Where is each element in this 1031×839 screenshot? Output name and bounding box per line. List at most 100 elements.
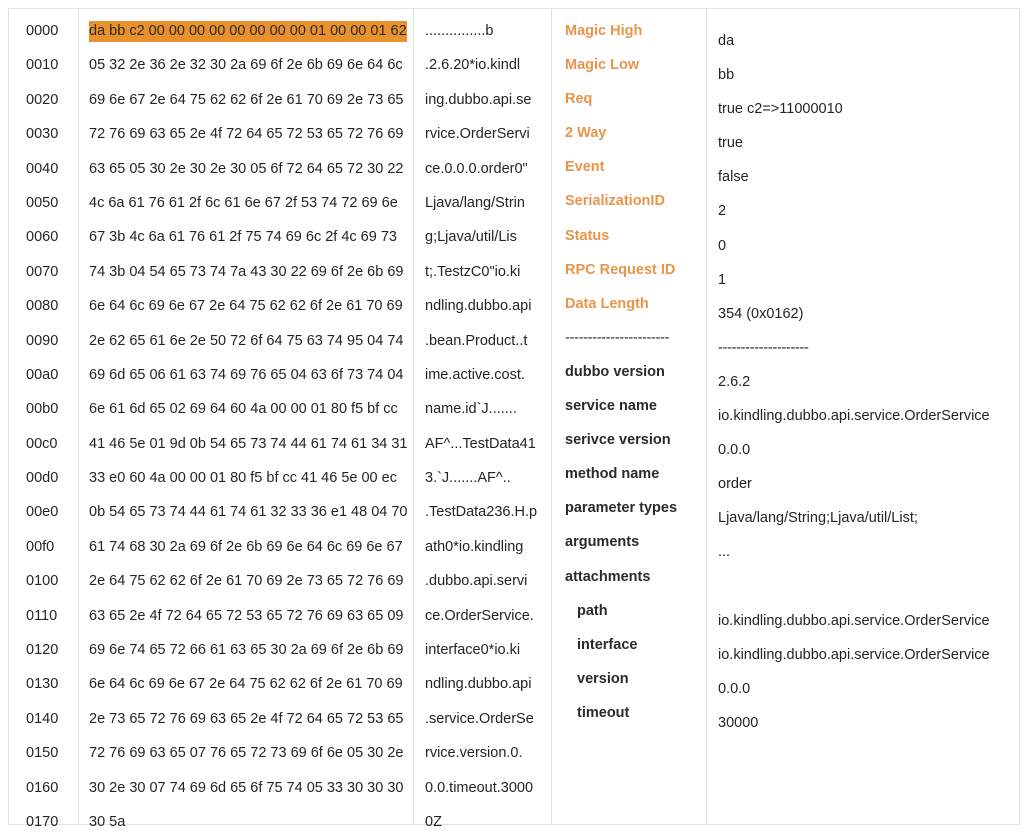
hex-bytes[interactable]: 67 3b 4c 6a 61 76 61 2f 75 74 69 6c 2f 4… <box>79 220 413 254</box>
hex-offset: 0070 <box>26 263 59 280</box>
field-label: Req <box>565 91 593 108</box>
field-value: 2 <box>718 203 727 220</box>
field-label: method name <box>565 466 660 483</box>
hex-offset: 0060 <box>26 229 59 246</box>
hex-offset: 0030 <box>26 126 59 143</box>
hex-bytes[interactable]: 69 6d 65 06 61 63 74 69 76 65 04 63 6f 7… <box>79 358 413 392</box>
hex-ascii: interface0*io.ki <box>425 642 521 659</box>
hex-bytes[interactable]: 61 74 68 30 2a 69 6f 2e 6b 69 6e 64 6c 6… <box>79 530 413 564</box>
hex-bytes[interactable]: 69 6e 74 65 72 66 61 63 65 30 2a 69 6f 2… <box>79 633 413 667</box>
hex-bytes[interactable]: 33 e0 60 4a 00 00 01 80 f5 bf cc 41 46 5… <box>79 461 413 495</box>
field-label: parameter types <box>565 500 678 517</box>
hex-bytes[interactable]: 69 6e 67 2e 64 75 62 62 6f 2e 61 70 69 2… <box>79 83 413 117</box>
field-label: Magic High <box>565 23 643 39</box>
hex-bytes[interactable]: 63 65 2e 4f 72 64 65 72 53 65 72 76 69 6… <box>79 599 413 633</box>
hex-ascii: 0.0.timeout.3000 <box>425 779 534 796</box>
hex-offset: 0000 <box>26 23 59 39</box>
field-value: 354 (0x0162) <box>718 305 804 322</box>
hex-bytes[interactable]: 6e 64 6c 69 6e 67 2e 64 75 62 62 6f 2e 6… <box>79 289 413 323</box>
field-label: SerializationID <box>565 193 665 210</box>
field-value: 30000 <box>718 714 759 731</box>
hex-bytes[interactable]: 41 46 5e 01 9d 0b 54 65 73 74 44 61 74 6… <box>79 427 413 461</box>
hex-ascii: .TestData236.H.p <box>425 504 538 521</box>
field-label: path <box>577 602 608 619</box>
hex-offset: 0010 <box>26 57 59 74</box>
field-label-column: Magic High Magic Low Req 2 Way Event Serializ… <box>552 9 707 824</box>
offset-column: 0000 0010 0020 0030 0040 0050 0060 0070 0080 0090… <box>9 9 79 830</box>
hex-offset: 00d0 <box>26 470 59 487</box>
field-value: ... <box>718 544 731 561</box>
hex-bytes[interactable]: 72 76 69 63 65 07 76 65 72 73 69 6f 6e 0… <box>79 736 413 770</box>
field-label: dubbo version <box>565 363 665 380</box>
hex-bytes[interactable]: 6e 61 6d 65 02 69 64 60 4a 00 00 01 80 f… <box>79 392 413 426</box>
hex-bytes[interactable]: 74 3b 04 54 65 73 74 7a 43 30 22 69 6f 2… <box>79 255 413 289</box>
hex-bytes[interactable]: da bb c2 00 00 00 00 00 00 00 00 01 00 0… <box>79 14 413 48</box>
hex-bytes[interactable]: 05 32 2e 36 2e 32 30 2a 69 6f 2e 6b 69 6… <box>79 48 413 82</box>
hex-bytes[interactable]: 2e 62 65 61 6e 2e 50 72 6f 64 75 63 74 9… <box>79 324 413 358</box>
hex-bytes[interactable]: 63 65 05 30 2e 30 2e 30 05 6f 72 64 65 7… <box>79 152 413 186</box>
field-value: 0.0.0 <box>718 680 751 697</box>
field-label: attachments <box>565 568 651 585</box>
field-value: true <box>718 135 743 152</box>
field-label: service name <box>565 398 657 415</box>
hex-ascii: rvice.version.0. <box>425 745 523 762</box>
hex-bytes[interactable]: 2e 73 65 72 76 69 63 65 2e 4f 72 64 65 7… <box>79 702 413 736</box>
hex-bytes[interactable]: 0b 54 65 73 74 44 61 74 61 32 33 36 e1 4… <box>79 495 413 529</box>
hex-bytes[interactable]: 72 76 69 63 65 2e 4f 72 64 65 72 53 65 7… <box>79 117 413 151</box>
field-value: -------------------- <box>718 339 809 356</box>
hex-ascii: g;Ljava/util/Lis <box>425 229 517 246</box>
hex-bytes[interactable]: 30 5a <box>79 805 413 839</box>
field-label: 2 Way <box>565 125 607 142</box>
hex-bytes[interactable]: 2e 64 75 62 62 6f 2e 61 70 69 2e 73 65 7… <box>79 564 413 598</box>
field-label: arguments <box>565 534 640 551</box>
hex-offset: 0090 <box>26 332 59 349</box>
field-value: order <box>718 476 752 493</box>
hex-ascii: .dubbo.api.servi <box>425 573 528 590</box>
field-value: io.kindling.dubbo.api.service.OrderServi… <box>718 646 990 663</box>
hex-offset: 0050 <box>26 194 59 211</box>
hex-ascii: .2.6.20*io.kindl <box>425 57 521 74</box>
field-label: Status <box>565 227 610 244</box>
hex-ascii: ing.dubbo.api.se <box>425 91 532 108</box>
hex-offset: 0040 <box>26 160 59 177</box>
field-value: 0 <box>718 237 727 254</box>
hex-offset: 0110 <box>26 607 58 624</box>
hex-ascii: ath0*io.kindling <box>425 538 524 555</box>
hex-bytes[interactable]: 6e 64 6c 69 6e 67 2e 64 75 62 62 6f 2e 6… <box>79 667 413 701</box>
hex-offset: 0170 <box>26 813 59 830</box>
field-value: bb <box>718 67 735 84</box>
highlighted-bytes[interactable]: da bb c2 00 00 00 00 00 00 00 00 01 00 0… <box>89 21 407 42</box>
field-value <box>707 570 1019 604</box>
hex-ascii: rvice.OrderServi <box>425 126 530 143</box>
field-value: 0.0.0 <box>718 442 751 459</box>
hex-ascii: name.id`J....... <box>425 401 517 418</box>
parsed-fields-panel: Magic High Magic Low Req 2 Way Event Serializ… <box>552 9 1019 824</box>
hex-offset: 00e0 <box>26 504 59 521</box>
hexdump-panel: 0000 0010 0020 0030 0040 0050 0060 0070 0080 0090… <box>9 9 552 830</box>
hex-ascii: ce.0.0.0.order0" <box>425 160 528 177</box>
hex-ascii: .service.OrderSe <box>425 710 534 727</box>
hex-bytes[interactable]: 30 2e 30 07 74 69 6d 65 6f 75 74 05 33 3… <box>79 771 413 805</box>
field-value-column: da bb true c2=>11000010 true false 2 0 1 354 (0x… <box>707 9 1019 824</box>
field-value: 2.6.2 <box>718 373 751 390</box>
field-label: Magic Low <box>565 57 640 74</box>
hex-ascii: Ljava/lang/Strin <box>425 194 525 211</box>
hex-offset: 0130 <box>26 676 59 693</box>
field-value: io.kindling.dubbo.api.service.OrderServi… <box>718 408 990 425</box>
hex-ascii: t;.TestzC0"io.ki <box>425 263 521 280</box>
hex-ascii: ime.active.cost. <box>425 366 525 383</box>
hex-offset: 0020 <box>26 91 59 108</box>
hex-offset: 0120 <box>26 642 59 659</box>
hex-ascii: ce.OrderService. <box>425 607 534 624</box>
field-value: 1 <box>718 271 727 288</box>
hex-offset: 00c0 <box>26 435 58 452</box>
field-value: Ljava/lang/String;Ljava/util/List; <box>718 510 918 527</box>
field-label: version <box>577 670 629 687</box>
hex-ascii: AF^...TestData41 <box>425 435 536 452</box>
hex-ascii: ...............b <box>425 23 494 39</box>
hex-offset: 0100 <box>26 573 59 590</box>
hex-offset: 0150 <box>26 745 59 762</box>
hex-offset: 00a0 <box>26 366 59 383</box>
bytes-column: da bb c2 00 00 00 00 00 00 00 00 01 00 0… <box>79 9 414 830</box>
hex-bytes[interactable]: 4c 6a 61 76 61 2f 6c 61 6e 67 2f 53 74 7… <box>79 186 413 220</box>
